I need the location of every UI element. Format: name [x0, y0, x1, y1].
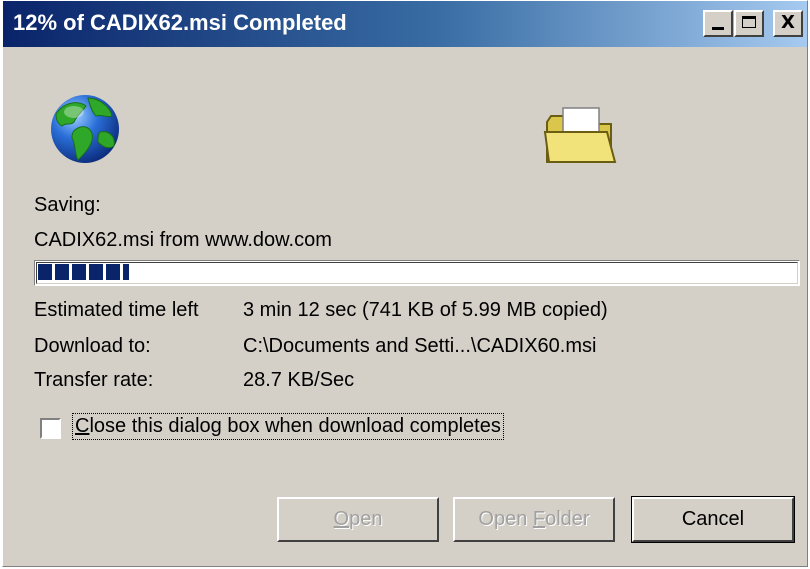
- download-to-label: Download to:: [34, 335, 151, 357]
- transfer-rate-label: Transfer rate:: [34, 369, 154, 391]
- download-source: CADIX62.msi from www.dow.com: [34, 229, 332, 251]
- folder-icon: [543, 107, 617, 163]
- open-button[interactable]: Open: [277, 497, 439, 542]
- estimated-time-value: 3 min 12 sec (741 KB of 5.99 MB copied): [243, 299, 608, 321]
- progress-segment: [123, 264, 129, 280]
- close-button[interactable]: X: [773, 10, 803, 37]
- close-on-complete-checkbox[interactable]: [40, 418, 61, 439]
- open-folder-button[interactable]: Open Folder: [453, 497, 615, 542]
- progress-segment: [38, 264, 52, 280]
- maximize-icon: [742, 16, 756, 28]
- estimated-time-label: Estimated time left: [34, 299, 199, 321]
- download-dialog: 12% of CADIX62.msi Completed X Saving: C…: [2, 0, 808, 567]
- close-icon: X: [781, 12, 795, 33]
- progress-segment: [72, 264, 86, 280]
- progress-segment: [89, 264, 103, 280]
- minimize-icon: [712, 27, 724, 30]
- globe-icon: [51, 95, 119, 163]
- close-on-complete-label[interactable]: Close this dialog box when download comp…: [72, 413, 504, 440]
- progress-segment: [106, 264, 120, 280]
- download-to-path: C:\Documents and Setti...\CADIX60.msi: [243, 335, 597, 357]
- maximize-button[interactable]: [734, 10, 764, 37]
- progress-fill: [38, 264, 129, 280]
- window-title: 12% of CADIX62.msi Completed: [13, 10, 347, 35]
- saving-label: Saving:: [34, 194, 101, 216]
- title-bar[interactable]: 12% of CADIX62.msi Completed X: [3, 1, 807, 47]
- progress-segment: [55, 264, 69, 280]
- transfer-rate-value: 28.7 KB/Sec: [243, 369, 355, 391]
- cancel-button[interactable]: Cancel: [631, 496, 795, 543]
- minimize-button[interactable]: [703, 10, 733, 37]
- download-progress-bar: [34, 260, 800, 286]
